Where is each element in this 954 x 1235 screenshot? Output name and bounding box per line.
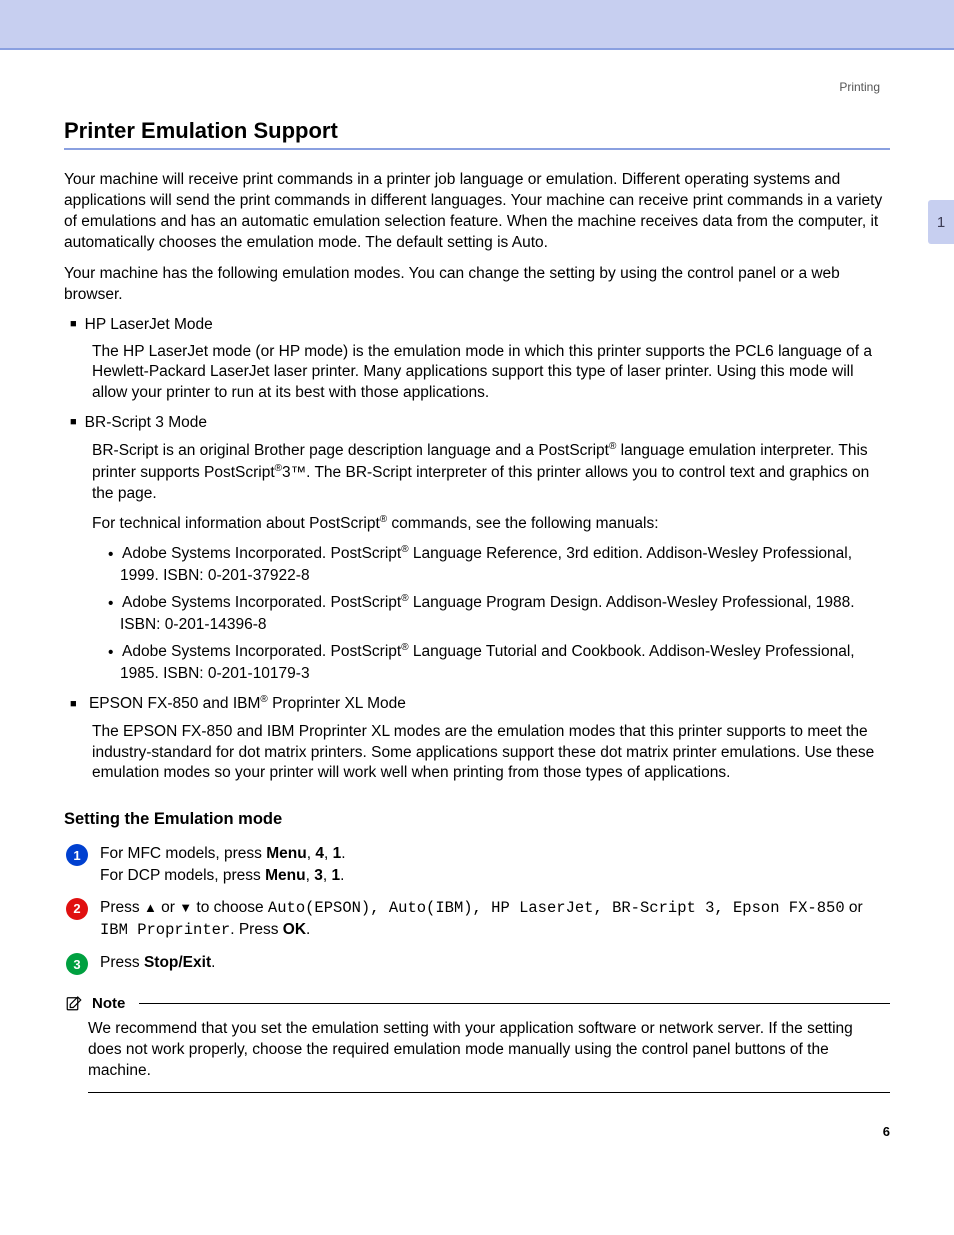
menu-key: Menu: [265, 867, 305, 884]
page-content: Printing 1 Printer Emulation Support You…: [0, 80, 954, 1133]
step-number-icon: 1: [66, 844, 88, 866]
down-arrow-icon: ▼: [179, 900, 192, 915]
stop-exit-key: Stop/Exit: [144, 954, 211, 971]
reference-item: Adobe Systems Incorporated. PostScript® …: [108, 592, 890, 635]
text: Proprinter XL Mode: [268, 696, 406, 713]
note-text: We recommend that you set the emulation …: [88, 1019, 890, 1093]
registered-icon: ®: [260, 694, 267, 705]
intro-paragraph-2: Your machine has the following emulation…: [64, 264, 890, 306]
mode-brscript: BR-Script 3 Mode BR-Script is an origina…: [70, 414, 890, 684]
text: .: [341, 845, 345, 862]
mode-epson: EPSON FX-850 and IBM® Proprinter XL Mode…: [70, 694, 890, 784]
key-4: 4: [315, 845, 324, 862]
text: For MFC models, press: [100, 845, 266, 862]
step-1-body: For MFC models, press Menu, 4, 1. For DC…: [100, 843, 890, 886]
text: Adobe Systems Incorporated. PostScript: [122, 546, 401, 563]
step-3: 3 Press Stop/Exit.: [66, 952, 890, 975]
mode-epson-title: EPSON FX-850 and IBM® Proprinter XL Mode: [70, 694, 890, 713]
text: Press: [100, 954, 144, 971]
note-block: Note We recommend that you set the emula…: [64, 993, 890, 1093]
text: EPSON FX-850 and IBM: [89, 696, 260, 713]
step-1: 1 For MFC models, press Menu, 4, 1. For …: [66, 843, 890, 886]
note-pencil-icon: [64, 993, 84, 1013]
text: or: [157, 899, 179, 916]
mode-brscript-tech: For technical information about PostScri…: [92, 513, 890, 535]
step-2-body: Press ▲ or ▼ to choose Auto(EPSON), Auto…: [100, 897, 890, 942]
step-2: 2 Press ▲ or ▼ to choose Auto(EPSON), Au…: [66, 897, 890, 942]
ok-key: OK: [283, 921, 306, 938]
intro-paragraph-1: Your machine will receive print commands…: [64, 170, 890, 254]
text: ,: [324, 845, 333, 862]
reference-list: Adobe Systems Incorporated. PostScript® …: [108, 543, 890, 684]
page-number: 6: [883, 1124, 890, 1139]
key-3: 3: [314, 867, 323, 884]
registered-icon: ®: [275, 463, 282, 474]
key-1: 1: [331, 867, 340, 884]
text: For DCP models, press: [100, 867, 265, 884]
key-1: 1: [333, 845, 342, 862]
text: commands, see the following manuals:: [387, 516, 658, 533]
text: .: [211, 954, 215, 971]
option-list: Auto(EPSON), Auto(IBM), HP LaserJet, BR-…: [268, 899, 845, 917]
chapter-tab: 1: [928, 200, 954, 244]
registered-icon: ®: [401, 544, 408, 555]
up-arrow-icon: ▲: [144, 900, 157, 915]
text: Press: [100, 899, 144, 916]
step-3-body: Press Stop/Exit.: [100, 952, 890, 974]
text: Adobe Systems Incorporated. PostScript: [122, 595, 401, 612]
emulation-modes-list: HP LaserJet Mode The HP LaserJet mode (o…: [64, 316, 890, 785]
text: or: [845, 899, 863, 916]
mode-brscript-title: BR-Script 3 Mode: [70, 414, 890, 432]
note-label: Note: [92, 995, 125, 1012]
menu-key: Menu: [266, 845, 306, 862]
mode-epson-desc: The EPSON FX-850 and IBM Proprinter XL m…: [92, 722, 890, 785]
mode-hp-desc: The HP LaserJet mode (or HP mode) is the…: [92, 342, 890, 405]
note-rule: [139, 1003, 890, 1004]
note-header: Note: [64, 993, 890, 1013]
registered-icon: ®: [401, 642, 408, 653]
steps-list: 1 For MFC models, press Menu, 4, 1. For …: [66, 843, 890, 975]
text: . Press: [230, 921, 283, 938]
mode-hp: HP LaserJet Mode The HP LaserJet mode (o…: [70, 316, 890, 405]
step-number-icon: 3: [66, 953, 88, 975]
mode-hp-title: HP LaserJet Mode: [70, 316, 890, 334]
text: For technical information about PostScri…: [92, 516, 380, 533]
subsection-heading: Setting the Emulation mode: [64, 810, 890, 829]
text: BR-Script is an original Brother page de…: [92, 442, 609, 459]
reference-item: Adobe Systems Incorporated. PostScript® …: [108, 641, 890, 684]
text: Adobe Systems Incorporated. PostScript: [122, 644, 401, 661]
breadcrumb: Printing: [64, 80, 880, 94]
text: .: [306, 921, 310, 938]
mode-brscript-desc: BR-Script is an original Brother page de…: [92, 440, 890, 505]
text: .: [340, 867, 344, 884]
text: ,: [306, 867, 315, 884]
text: to choose: [192, 899, 268, 916]
section-heading: Printer Emulation Support: [64, 118, 890, 150]
registered-icon: ®: [401, 593, 408, 604]
option-last: IBM Proprinter: [100, 921, 230, 939]
top-banner: [0, 0, 954, 50]
step-number-icon: 2: [66, 898, 88, 920]
reference-item: Adobe Systems Incorporated. PostScript® …: [108, 543, 890, 586]
